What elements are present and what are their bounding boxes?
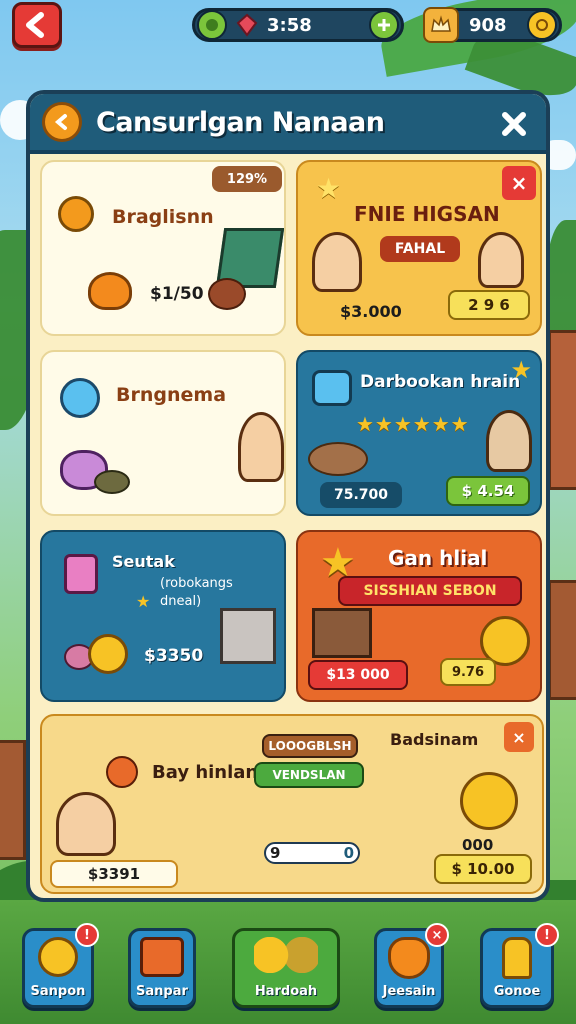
panel-back-button[interactable] (42, 102, 82, 142)
nav-label: Jeesain (382, 984, 436, 999)
dinner-plate-icon (308, 442, 368, 476)
nav-button-sanpar[interactable]: Sanpar (128, 928, 196, 1008)
shop-panel: Cansurlgan Nanaan 129% Braglisnn $1/50 ★… (26, 90, 550, 902)
dismiss-badge[interactable]: × (425, 923, 449, 947)
card-2-subtitle: FAHAL (380, 236, 460, 262)
farmer-child-icon (238, 412, 284, 482)
shop-card-1[interactable]: 129% Braglisnn $1/50 (40, 160, 286, 336)
trophy-icon (502, 937, 532, 979)
nav-label: Sanpar (136, 984, 188, 999)
notification-badge: ! (535, 923, 559, 947)
chevron-left-icon (54, 114, 67, 130)
nav-button-gonoe[interactable]: ! Gonoe (480, 923, 559, 1008)
rock-icon (94, 470, 130, 494)
nav-label: Hardoah (254, 984, 318, 999)
boy-avatar-icon (56, 792, 116, 856)
treasure-crate-icon (312, 608, 372, 658)
discount-tag: 129% (212, 166, 282, 192)
crate-stack-icon (220, 608, 276, 664)
slider-right-value: 0 (343, 844, 354, 862)
close-button[interactable] (496, 106, 532, 142)
back-button[interactable] (12, 2, 62, 48)
card-3-title: Brngnema (116, 384, 227, 406)
card-5-desc-1: (robokangs (160, 576, 233, 591)
lantern-orange-icon (106, 756, 138, 788)
coin-value: 908 (469, 14, 507, 36)
slider-left-value: 9 (270, 844, 281, 862)
nav-label: Sanpon (30, 984, 86, 999)
chest-icon (140, 937, 184, 977)
fox-icon (388, 937, 430, 979)
notification-badge: ! (75, 923, 99, 947)
old-man-icon (486, 410, 532, 472)
card-7-price: $3391 (50, 860, 178, 888)
panel-header: Cansurlgan Nanaan (30, 94, 546, 154)
lantern-icon (58, 196, 94, 232)
card-2-buy-button[interactable]: 2 9 6 (448, 290, 530, 320)
close-icon (502, 112, 526, 136)
nav-button-jeesain[interactable]: × Jeesain (374, 923, 449, 1008)
shop-card-5[interactable]: Seutak (robokangs ★ dneal) $3350 (40, 530, 286, 702)
shop-card-6[interactable]: ★ Gan hlial SISSHIAN SEBON $13 000 9.76 (296, 530, 542, 702)
leaf-badge-icon (197, 10, 227, 40)
card-7-banner-bottom: VENDSLAN (254, 762, 364, 788)
close-tag-icon[interactable]: × (502, 166, 536, 200)
gem-icon (235, 13, 259, 37)
shop-card-3[interactable]: Brngnema (40, 350, 286, 516)
card-6-buy-button[interactable]: 9.76 (440, 658, 496, 686)
card-6-title: Gan hlial (388, 546, 488, 570)
card-1-title: Braglisnn (112, 206, 214, 228)
shop-card-4[interactable]: Darbookan hrain ★★★★★★ ★ 75.700 $ 4.54 (296, 350, 542, 516)
gold-gear-icon (88, 634, 128, 674)
sun-flower-icon (38, 937, 78, 977)
card-1-price: $1/50 (150, 284, 204, 304)
card-6-banner: SISSHIAN SEBON (338, 576, 522, 606)
orange-slime-icon (88, 272, 132, 310)
rating-stars: ★★★★★★ (356, 412, 470, 436)
coin-icon (527, 10, 557, 40)
resource-pill-coins[interactable]: 908 (423, 7, 562, 43)
card-5-desc-2: dneal) (160, 594, 202, 609)
panel-title: Cansurlgan Nanaan (96, 106, 385, 138)
card-6-price: $13 000 (308, 660, 408, 690)
card-7-coins: 000 (462, 836, 494, 854)
card-7-title-right: Badsinam (390, 730, 479, 749)
card-2-price: $3.000 (340, 302, 402, 321)
star-icon: ★ (316, 172, 342, 205)
nav-label: Gonoe (493, 984, 541, 999)
small-star-icon: ★ (136, 592, 151, 611)
farmer-avatar-2-icon (478, 232, 524, 288)
add-resource-icon[interactable] (369, 10, 399, 40)
crystal-ball-icon (60, 378, 100, 418)
gears-icon (254, 937, 318, 973)
card-2-title: FNIE HIGSAN (354, 202, 500, 226)
star-badge-icon: ★ (510, 356, 532, 384)
card-7-title-left: Bay hinlan (152, 762, 259, 783)
seed-icon (208, 278, 246, 310)
card-4-title: Darbookan hrain (360, 372, 521, 392)
close-corner-icon[interactable]: × (504, 722, 534, 752)
shop-card-7[interactable]: Bay hinlan $3391 LOOOGBLSH VENDSLAN Bads… (40, 714, 544, 894)
card-5-title: Seutak (112, 552, 175, 571)
back-arrow-icon (26, 12, 44, 38)
smiling-sun-icon (460, 772, 518, 830)
timer-value: 3:58 (267, 14, 312, 36)
gift-box-icon (64, 554, 98, 594)
progress-slider[interactable]: 9 0 (264, 842, 360, 864)
shop-card-2[interactable]: ★ × FNIE HIGSAN FAHAL $3.000 2 9 6 (296, 160, 542, 336)
egg-chest-icon (312, 370, 352, 406)
nav-button-hardoah[interactable]: Hardoah (232, 928, 340, 1008)
card-7-buy-button[interactable]: $ 10.00 (434, 854, 532, 884)
crown-icon (423, 7, 459, 43)
card-7-banner-top: LOOOGBLSH (262, 734, 358, 758)
card-4-price: 75.700 (320, 482, 402, 508)
resource-pill-timer[interactable]: 3:58 (192, 8, 404, 42)
farmer-avatar-icon (312, 232, 362, 292)
card-4-buy-button[interactable]: $ 4.54 (446, 476, 530, 506)
card-5-price: $3350 (144, 646, 204, 666)
nav-button-sanpon[interactable]: ! Sanpon (22, 923, 99, 1008)
